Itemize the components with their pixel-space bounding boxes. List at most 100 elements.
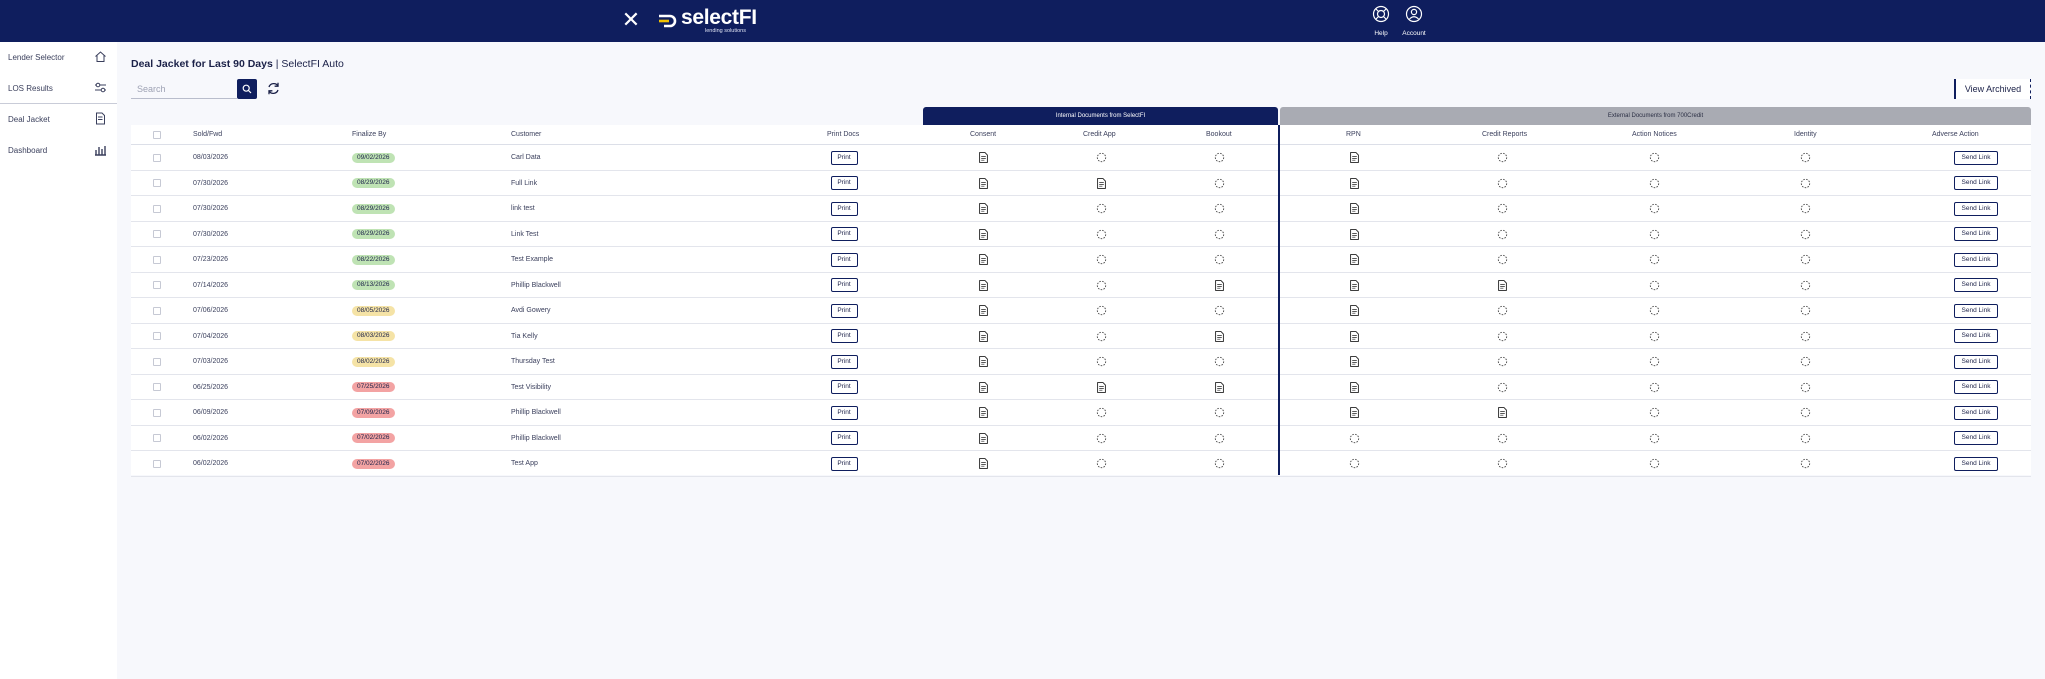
customer-name[interactable]: Test Visibility [511,375,551,401]
rpn-status[interactable] [1339,247,1369,273]
sidebar-item-los-results[interactable]: LOS Results [0,76,117,100]
customer-name[interactable]: Avdi Gowery [511,298,551,324]
customer-name[interactable]: Phillip Blackwell [511,400,561,426]
table-row[interactable]: 06/02/2026 07/02/2026 Phillip Blackwell Pri… [131,426,2031,452]
row-checkbox[interactable] [153,451,161,477]
customer-name[interactable]: Test App [511,451,538,477]
consent-status[interactable] [968,400,998,426]
table-row[interactable]: 08/03/2026 09/02/2026 Carl Data Print Send L… [131,145,2031,171]
row-checkbox[interactable] [153,171,161,197]
table-row[interactable]: 07/30/2026 08/29/2026 Full Link Print Send L… [131,171,2031,197]
rpn-status[interactable] [1339,324,1369,350]
rpn-status[interactable] [1339,145,1369,171]
table-row[interactable]: 07/30/2026 08/29/2026 link test Print Send L… [131,196,2031,222]
bookout-status[interactable] [1204,375,1234,401]
table-row[interactable]: 07/03/2026 08/02/2026 Thursday Test Print Se… [131,349,2031,375]
consent-status[interactable] [968,298,998,324]
table-row[interactable]: 06/25/2026 07/25/2026 Test Visibility Print… [131,375,2031,401]
consent-status[interactable] [968,349,998,375]
row-checkbox[interactable] [153,145,161,171]
sidebar-item-lender-selector[interactable]: Lender Selector [0,45,117,69]
row-checkbox[interactable] [153,375,161,401]
table-row[interactable]: 07/30/2026 08/29/2026 Link Test Print Send L… [131,222,2031,248]
row-checkbox[interactable] [153,426,161,452]
send-link-button[interactable]: Send Link [1954,176,1998,191]
print-button[interactable]: Print [830,431,858,446]
send-link-button[interactable]: Send Link [1954,456,1998,471]
credit-reports-status[interactable] [1487,273,1517,299]
customer-name[interactable]: link test [511,196,535,222]
print-button[interactable]: Print [830,456,858,471]
credit-app-status[interactable] [1086,375,1116,401]
close-icon[interactable]: ✕ [620,9,642,31]
rpn-status[interactable] [1339,222,1369,248]
send-link-button[interactable]: Send Link [1954,201,1998,216]
sidebar-item-deal-jacket[interactable]: Deal Jacket [0,107,117,131]
rpn-status[interactable] [1339,196,1369,222]
print-button[interactable]: Print [830,278,858,293]
bookout-status[interactable] [1204,324,1234,350]
table-row[interactable]: 06/02/2026 07/02/2026 Test App Print Send Li… [131,451,2031,477]
customer-name[interactable]: Tia Kelly [511,324,538,350]
rpn-status[interactable] [1339,298,1369,324]
row-checkbox[interactable] [153,222,161,248]
row-checkbox[interactable] [153,196,161,222]
rpn-status[interactable] [1339,400,1369,426]
credit-reports-status[interactable] [1487,400,1517,426]
row-checkbox[interactable] [153,298,161,324]
print-button[interactable]: Print [830,380,858,395]
account-button[interactable]: Account [1394,5,1434,37]
consent-status[interactable] [968,451,998,477]
print-button[interactable]: Print [830,303,858,318]
consent-status[interactable] [968,247,998,273]
send-link-button[interactable]: Send Link [1954,227,1998,242]
table-row[interactable]: 07/06/2026 08/05/2026 Avdi Gowery Print Send… [131,298,2031,324]
send-link-button[interactable]: Send Link [1954,303,1998,318]
send-link-button[interactable]: Send Link [1954,278,1998,293]
print-button[interactable]: Print [830,329,858,344]
customer-name[interactable]: Full Link [511,171,537,197]
rpn-status[interactable] [1339,349,1369,375]
consent-status[interactable] [968,375,998,401]
col-sold-fwd[interactable]: Sold/Fwd [193,125,222,145]
row-checkbox[interactable] [153,400,161,426]
customer-name[interactable]: Phillip Blackwell [511,426,561,452]
rpn-status[interactable] [1339,171,1369,197]
col-finalize-by[interactable]: Finalize By [352,125,386,145]
print-button[interactable]: Print [830,201,858,216]
col-customer[interactable]: Customer [511,125,541,145]
rpn-status[interactable] [1339,273,1369,299]
consent-status[interactable] [968,426,998,452]
customer-name[interactable]: Test Example [511,247,553,273]
search-button[interactable] [237,79,257,99]
send-link-button[interactable]: Send Link [1954,405,1998,420]
consent-status[interactable] [968,196,998,222]
print-button[interactable]: Print [830,252,858,267]
print-button[interactable]: Print [830,150,858,165]
rpn-status[interactable] [1339,375,1369,401]
table-row[interactable]: 06/09/2026 07/09/2026 Phillip Blackwell Pri… [131,400,2031,426]
row-checkbox[interactable] [153,247,161,273]
send-link-button[interactable]: Send Link [1954,252,1998,267]
row-checkbox[interactable] [153,273,161,299]
refresh-icon[interactable] [266,81,281,96]
print-button[interactable]: Print [830,227,858,242]
customer-name[interactable]: Link Test [511,222,539,248]
send-link-button[interactable]: Send Link [1954,354,1998,369]
consent-status[interactable] [968,222,998,248]
send-link-button[interactable]: Send Link [1954,150,1998,165]
table-row[interactable]: 07/04/2026 08/03/2026 Tia Kelly Print Send L… [131,324,2031,350]
send-link-button[interactable]: Send Link [1954,380,1998,395]
consent-status[interactable] [968,171,998,197]
table-row[interactable]: 07/14/2026 08/13/2026 Phillip Blackwell Pri… [131,273,2031,299]
customer-name[interactable]: Carl Data [511,145,541,171]
send-link-button[interactable]: Send Link [1954,329,1998,344]
row-checkbox[interactable] [153,349,161,375]
credit-app-status[interactable] [1086,171,1116,197]
bookout-status[interactable] [1204,273,1234,299]
print-button[interactable]: Print [830,354,858,369]
view-archived-button[interactable]: View Archived [1954,79,2031,99]
search-input[interactable] [131,79,237,99]
consent-status[interactable] [968,273,998,299]
customer-name[interactable]: Phillip Blackwell [511,273,561,299]
